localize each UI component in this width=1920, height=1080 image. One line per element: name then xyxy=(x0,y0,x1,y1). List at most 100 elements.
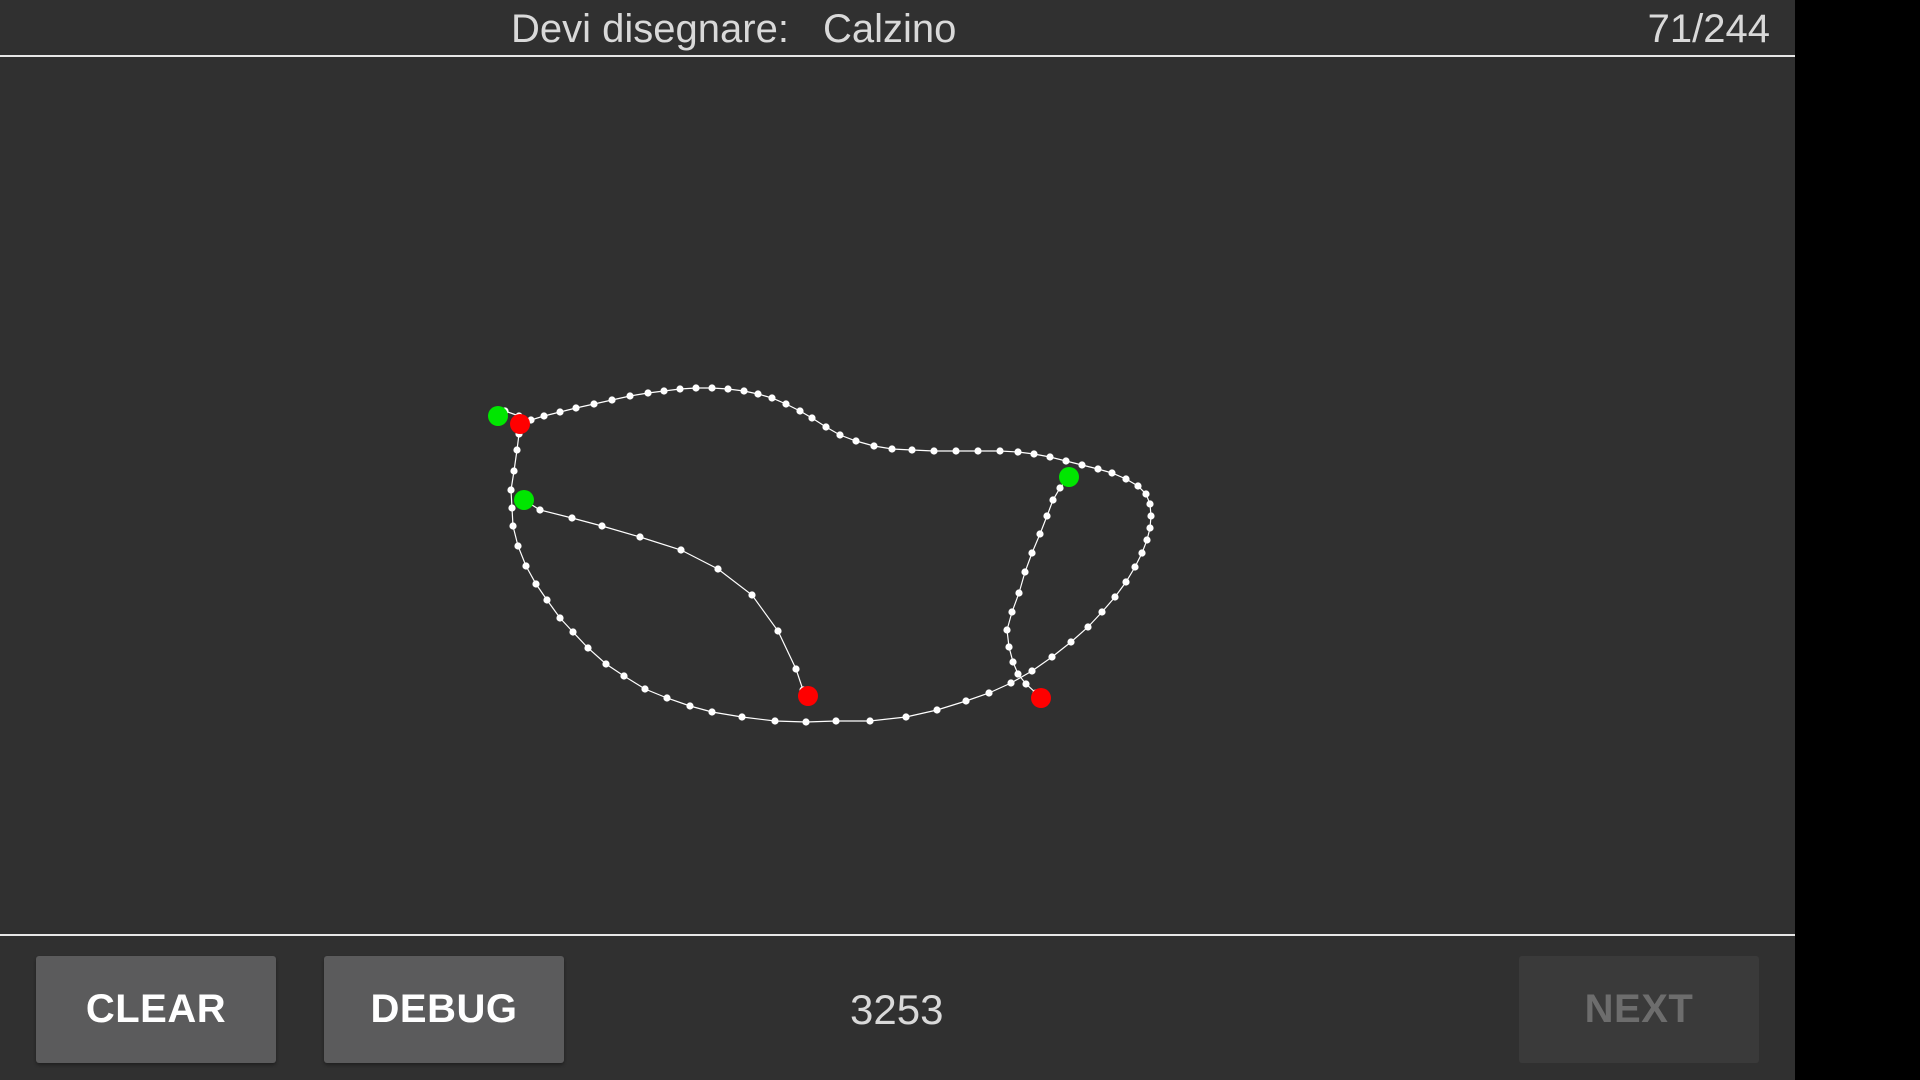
stroke-1-point xyxy=(608,396,616,404)
stroke-2-point xyxy=(774,627,782,635)
stroke-1-point xyxy=(620,672,628,680)
stroke-1-point xyxy=(1078,461,1086,469)
stroke-1-point xyxy=(888,445,896,453)
stroke-1-point xyxy=(508,504,516,512)
stroke-1-point xyxy=(543,596,551,604)
drawing-prompt: Devi disegnare: Calzino xyxy=(511,4,956,54)
stroke-1-point xyxy=(836,431,844,439)
stroke-1-point xyxy=(1122,578,1130,586)
stroke-1-point xyxy=(584,644,592,652)
stroke-1-point xyxy=(822,423,830,431)
stroke-1-point xyxy=(532,580,540,588)
stroke-1-point xyxy=(590,400,598,408)
stroke-3-point xyxy=(1009,658,1017,666)
stroke-1-point xyxy=(1098,608,1106,616)
stroke-1-point xyxy=(1138,549,1146,557)
stroke-1-end-marker xyxy=(510,414,530,434)
stroke-1-point xyxy=(522,562,530,570)
stroke-2-point xyxy=(598,522,606,530)
progress-counter: 71/244 xyxy=(1647,7,1770,51)
stroke-1-point xyxy=(771,717,779,725)
stroke-1-point xyxy=(1111,593,1119,601)
stroke-3-point xyxy=(1003,626,1011,634)
stroke-1-point xyxy=(930,447,938,455)
stroke-1-point xyxy=(808,414,816,422)
stroke-3-point xyxy=(1049,496,1057,504)
stroke-1-point xyxy=(602,660,610,668)
stroke-1-point xyxy=(569,628,577,636)
stroke-1-point xyxy=(660,387,668,395)
stroke-1-point xyxy=(1067,638,1075,646)
stroke-3-point xyxy=(1014,670,1022,678)
prompt-label: Devi disegnare: xyxy=(511,7,789,51)
stroke-2-point xyxy=(748,591,756,599)
stroke-2-point xyxy=(636,533,644,541)
stroke-2-path xyxy=(523,499,809,697)
stroke-1-point xyxy=(556,614,564,622)
stroke-1-point xyxy=(740,387,748,395)
next-button[interactable]: NEXT xyxy=(1519,956,1759,1063)
stroke-1-point xyxy=(962,697,970,705)
stroke-1-point xyxy=(556,408,564,416)
target-word: Calzino xyxy=(822,7,957,51)
stroke-1-point xyxy=(663,694,671,702)
stroke-1-point xyxy=(708,384,716,392)
stroke-2-point xyxy=(792,665,800,673)
stroke-1-point xyxy=(952,447,960,455)
stroke-3-point xyxy=(1056,484,1064,492)
stroke-1-point xyxy=(870,442,878,450)
stroke-2-point xyxy=(677,546,685,554)
stroke-1-point xyxy=(692,384,700,392)
stroke-1-point xyxy=(1131,563,1139,571)
stroke-1-point xyxy=(724,385,732,393)
stroke-3-point xyxy=(1008,608,1016,616)
stroke-2-end-marker xyxy=(798,686,818,706)
stroke-1-point xyxy=(1014,448,1022,456)
stroke-1-point xyxy=(1146,524,1154,532)
stroke-1-path xyxy=(497,387,1152,723)
footer-bar: CLEAR DEBUG 3253 NEXT xyxy=(0,934,1795,1080)
debug-button[interactable]: DEBUG xyxy=(324,956,564,1063)
stroke-1-point xyxy=(754,390,762,398)
stroke-1-point xyxy=(513,446,521,454)
stroke-1-point xyxy=(1046,453,1054,461)
drawing-app: Devi disegnare: Calzino 71/244 CLEAR DEBU… xyxy=(0,0,1795,1080)
stroke-3-point xyxy=(1005,643,1013,651)
stroke-1-point xyxy=(507,486,515,494)
stroke-2-point xyxy=(568,514,576,522)
clear-button[interactable]: CLEAR xyxy=(36,956,276,1063)
stroke-1-point xyxy=(796,407,804,415)
stroke-3-path xyxy=(1006,476,1070,699)
stroke-3-point xyxy=(1022,680,1030,688)
stroke-1-point xyxy=(974,447,982,455)
stroke-1-point xyxy=(1143,536,1151,544)
stroke-1-point xyxy=(1048,653,1056,661)
stroke-1-point xyxy=(540,412,548,420)
stroke-1-point xyxy=(1084,623,1092,631)
stroke-1-point xyxy=(572,404,580,412)
drawing-canvas[interactable] xyxy=(0,57,1795,934)
stroke-1-point xyxy=(738,713,746,721)
stroke-3-end-marker xyxy=(1031,688,1051,708)
stroke-1-point xyxy=(708,708,716,716)
stroke-1-point xyxy=(1122,475,1130,483)
stroke-1-point xyxy=(933,706,941,714)
stroke-1-point xyxy=(1007,679,1015,687)
header-bar: Devi disegnare: Calzino 71/244 xyxy=(0,0,1795,57)
stroke-1-point xyxy=(802,718,810,726)
stroke-1-point xyxy=(626,392,634,400)
stroke-1-point xyxy=(1028,667,1036,675)
stroke-1-point xyxy=(644,389,652,397)
stroke-2-point xyxy=(714,565,722,573)
stroke-1-point xyxy=(676,385,684,393)
stroke-1-point xyxy=(1094,465,1102,473)
stroke-1-point xyxy=(866,717,874,725)
stroke-1-point xyxy=(832,717,840,725)
stroke-1-point xyxy=(1147,512,1155,520)
stroke-3-point xyxy=(1015,589,1023,597)
stroke-1-point xyxy=(510,467,518,475)
score-value: 3253 xyxy=(850,986,944,1033)
stroke-1-point xyxy=(985,689,993,697)
stroke-1-point xyxy=(852,437,860,445)
stroke-3-point xyxy=(1028,549,1036,557)
